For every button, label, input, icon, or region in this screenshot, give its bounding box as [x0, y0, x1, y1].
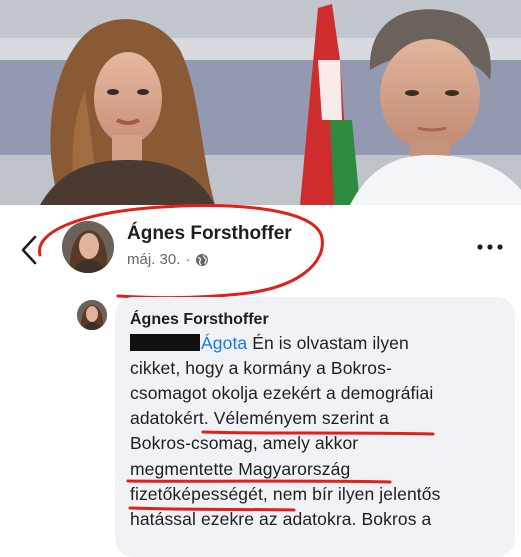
avatar-image — [62, 221, 114, 273]
more-options-icon — [477, 244, 503, 250]
mention-link[interactable]: Ágota — [201, 333, 247, 353]
comment-line: adatokért. Véleményem szerint a — [130, 408, 389, 428]
author-avatar[interactable] — [62, 221, 114, 273]
comment-line: fizetőképességét, nem bír ilyen jelentős — [130, 484, 441, 504]
comment-line: cikket, hogy a kormány a Bokros- — [130, 358, 392, 378]
comment-line: Bokros-csomag, amely akkor — [130, 433, 359, 453]
avatar-image — [77, 300, 107, 330]
comment-line: Ágota Én is olvastam ilyen — [130, 333, 409, 354]
meta-separator: · — [185, 251, 191, 268]
redacted-mention — [130, 334, 200, 351]
more-options-button[interactable] — [474, 237, 506, 257]
commenter-avatar[interactable] — [77, 300, 107, 330]
post-photo[interactable] — [0, 0, 521, 205]
photo-illustration — [0, 0, 521, 205]
comment-author-name[interactable]: Ágnes Forsthoffer — [130, 311, 269, 329]
post-author-name[interactable]: Ágnes Forsthoffer — [127, 223, 292, 245]
comment-line: hatással ezekre az adatokra. Bokros a — [130, 509, 432, 529]
post-date[interactable]: máj. 30. — [127, 251, 180, 268]
post-meta: máj. 30. · — [127, 251, 209, 268]
back-button[interactable] — [14, 230, 44, 270]
globe-icon[interactable] — [195, 253, 209, 267]
chevron-left-icon — [21, 235, 37, 265]
comment-text: Én is olvastam ilyen — [247, 333, 409, 353]
comment-line: megmentette Magyarország — [130, 459, 351, 479]
comment-line: csomagot okolja ezekért a demográfiai — [130, 383, 434, 403]
